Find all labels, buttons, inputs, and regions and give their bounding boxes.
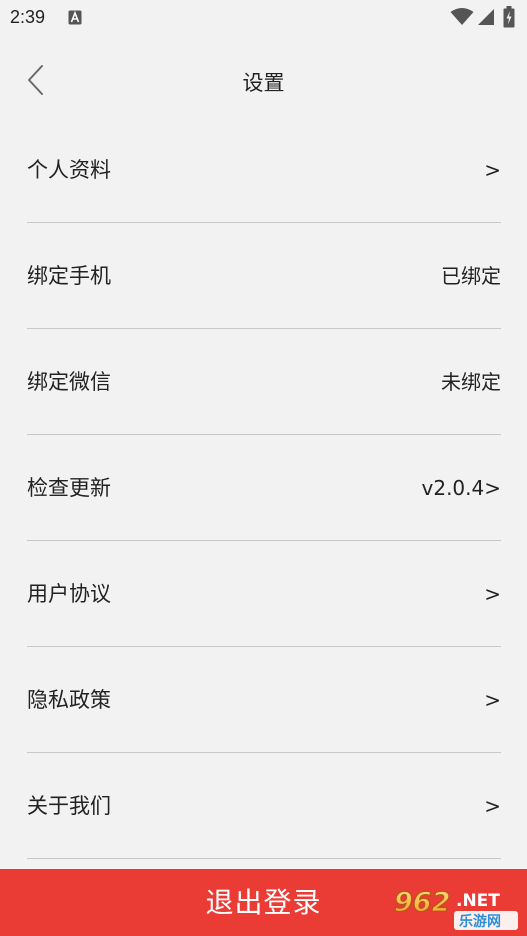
row-value: > — [484, 688, 501, 712]
watermark-logo: 962 .NET 乐游网 — [392, 884, 522, 932]
row-label: 用户协议 — [27, 582, 111, 606]
status-time: 2:39 — [10, 7, 46, 27]
row-label: 绑定手机 — [27, 264, 111, 288]
row-label: 个人资料 — [27, 158, 111, 182]
divider — [27, 858, 501, 859]
battery-icon — [503, 6, 515, 32]
row-value: 未绑定 — [441, 370, 501, 394]
settings-row-check-update[interactable]: 检查更新 v2.0.4> — [0, 435, 527, 541]
row-value: > — [484, 794, 501, 818]
row-value: v2.0.4> — [421, 476, 501, 500]
settings-row-user-agreement[interactable]: 用户协议 > — [0, 541, 527, 647]
svg-text:962: 962 — [394, 887, 450, 918]
row-value: 已绑定 — [441, 264, 501, 288]
header-bar: 设置 — [0, 50, 527, 110]
settings-row-bind-phone[interactable]: 绑定手机 已绑定 — [0, 223, 527, 329]
wifi-icon — [450, 8, 474, 30]
row-value: > — [484, 582, 501, 606]
settings-row-bind-wechat[interactable]: 绑定微信 未绑定 — [0, 329, 527, 435]
svg-text:乐游网: 乐游网 — [459, 913, 501, 930]
row-label: 绑定微信 — [27, 370, 111, 394]
row-label: 隐私政策 — [27, 688, 111, 712]
status-bar: 2:39 — [0, 0, 527, 36]
settings-row-about-us[interactable]: 关于我们 > — [0, 753, 527, 859]
notification-a-icon — [68, 10, 82, 25]
page-title: 设置 — [242, 71, 285, 95]
cell-signal-icon — [477, 8, 495, 30]
settings-list: 个人资料 > 绑定手机 已绑定 绑定微信 未绑定 检查更新 v2.0.4> 用户… — [0, 117, 527, 859]
svg-text:.NET: .NET — [456, 891, 500, 911]
row-value: > — [484, 158, 501, 182]
row-label: 关于我们 — [27, 794, 111, 818]
row-label: 检查更新 — [27, 476, 111, 500]
settings-row-profile[interactable]: 个人资料 > — [0, 117, 527, 223]
settings-row-privacy-policy[interactable]: 隐私政策 > — [0, 647, 527, 753]
